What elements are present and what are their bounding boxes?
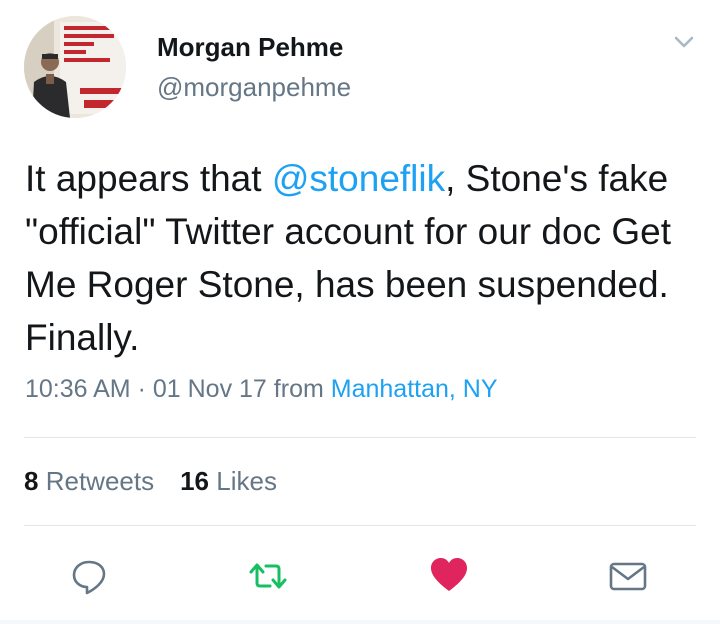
reply-icon: [72, 560, 106, 595]
meta-separator: ·: [137, 375, 146, 403]
divider: [0, 620, 720, 624]
tweet-meta: 10:36 AM · 01 Nov 17 from Manhattan, NY: [25, 375, 498, 404]
tweet-text-start: It appears that: [25, 158, 272, 199]
likes-count: 16: [180, 466, 210, 496]
tweet-stats: 8 Retweets 16 Likes: [24, 466, 277, 497]
divider: [24, 525, 696, 526]
tweet-time: 10:36 AM: [25, 375, 131, 403]
likes-stat[interactable]: 16 Likes: [180, 466, 277, 496]
location-link[interactable]: Manhattan, NY: [331, 375, 498, 403]
user-handle[interactable]: @morganpehme: [157, 72, 351, 103]
avatar-photo: [24, 16, 126, 118]
retweet-button[interactable]: [248, 556, 288, 596]
tweet-date: 01 Nov 17: [152, 375, 267, 403]
retweet-icon: [249, 563, 287, 589]
divider: [24, 437, 696, 438]
tweet-text: It appears that @stoneflik, Stone's fake…: [25, 152, 705, 364]
chevron-down-icon[interactable]: [670, 30, 698, 54]
heart-icon: [431, 558, 467, 591]
mention-link[interactable]: @stoneflik: [272, 158, 445, 199]
avatar[interactable]: [24, 16, 126, 118]
envelope-icon: [609, 562, 647, 591]
from-label: from: [273, 375, 324, 403]
display-name[interactable]: Morgan Pehme: [157, 32, 343, 63]
retweets-label: Retweets: [45, 466, 155, 496]
tweet-detail: Morgan Pehme @morganpehme It appears tha…: [0, 0, 720, 624]
like-button[interactable]: [429, 556, 469, 596]
retweets-stat[interactable]: 8 Retweets: [24, 466, 154, 496]
likes-label: Likes: [216, 466, 277, 496]
reply-button[interactable]: [69, 556, 109, 596]
direct-message-button[interactable]: [608, 556, 648, 596]
retweets-count: 8: [24, 466, 39, 496]
